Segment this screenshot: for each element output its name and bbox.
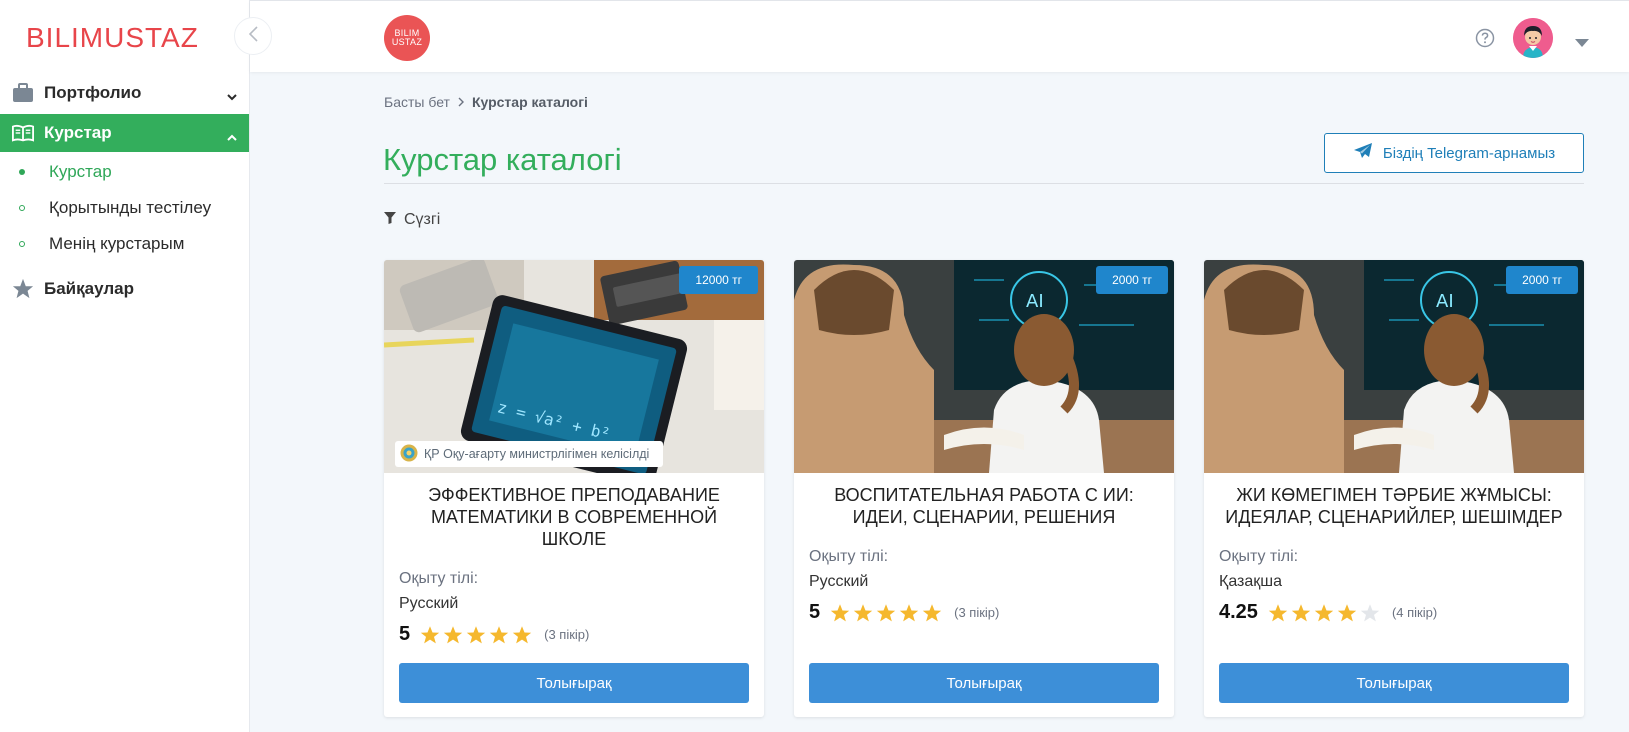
rating-score: 4.25 bbox=[1219, 601, 1258, 623]
sidebar-subitem-courses[interactable]: Курстар bbox=[0, 154, 249, 190]
page-title: Курстар каталогі bbox=[383, 142, 622, 177]
course-title[interactable]: Эффективное преподавание математики в со… bbox=[404, 484, 744, 550]
language-value: Русский bbox=[399, 595, 459, 612]
approval-text: ҚР Оқу-ағарту министрлігімен келісілді bbox=[424, 447, 650, 461]
avatar[interactable] bbox=[1513, 18, 1553, 58]
caret-down-icon[interactable] bbox=[1575, 34, 1589, 52]
star-filled-icon bbox=[512, 625, 532, 643]
telegram-icon bbox=[1353, 142, 1373, 164]
star-filled-icon bbox=[1314, 603, 1334, 621]
filter-toggle[interactable]: Сүзгі bbox=[384, 211, 440, 229]
language-value: Русский bbox=[809, 573, 869, 590]
star-filled-icon bbox=[830, 603, 850, 621]
sidebar-item-label: Байқаулар bbox=[44, 279, 134, 298]
filter-icon bbox=[384, 211, 396, 229]
sidebar-nav: Портфолио Курстар Курстар Қорытынды тест… bbox=[0, 74, 249, 310]
rating-stars bbox=[420, 625, 532, 645]
help-icon[interactable] bbox=[1475, 28, 1495, 48]
ministry-approval-badge: ҚР Оқу-ағарту министрлігімен келісілді bbox=[395, 441, 664, 467]
rating-stars bbox=[1268, 603, 1380, 623]
star-filled-icon bbox=[1337, 603, 1357, 621]
rating-score: 5 bbox=[809, 601, 821, 623]
brand-logo-text: USTAZ bbox=[391, 37, 423, 47]
sidebar-item-contests[interactable]: Байқаулар bbox=[0, 270, 249, 308]
filter-label: Сүзгі bbox=[404, 211, 441, 228]
rating-stars bbox=[830, 603, 942, 623]
review-count[interactable]: (3 пікір) bbox=[544, 627, 589, 642]
telegram-channel-button[interactable]: Біздің Telegram-арнамыз bbox=[1324, 133, 1584, 173]
breadcrumb-home-link[interactable]: Басты бет bbox=[384, 94, 450, 110]
star-filled-icon bbox=[443, 625, 463, 643]
svg-text:AI: AI bbox=[1026, 291, 1044, 312]
star-filled-icon bbox=[853, 603, 873, 621]
rating: 5 (3 пікір) bbox=[809, 601, 999, 624]
briefcase-icon bbox=[12, 82, 34, 104]
details-button[interactable]: Толығырақ bbox=[399, 663, 749, 703]
course-card: z = √a² + b² 12000 тг ҚР Оқу-ағарту мини… bbox=[384, 260, 764, 717]
language-label: Оқыту тілі: bbox=[809, 548, 889, 565]
chevron-up-icon bbox=[227, 126, 237, 146]
breadcrumb: Басты бет Курстар каталогі bbox=[384, 94, 588, 110]
emblem-icon bbox=[400, 444, 418, 465]
sidebar-subitem-my-courses[interactable]: Менің курстарым bbox=[0, 226, 249, 262]
star-filled-icon bbox=[1291, 603, 1311, 621]
language-label: Оқыту тілі: bbox=[399, 570, 479, 587]
price-badge: 2000 тг bbox=[1096, 266, 1168, 294]
chevron-left-icon bbox=[248, 25, 258, 47]
breadcrumb-current: Курстар каталогі bbox=[471, 94, 588, 110]
star-filled-icon bbox=[420, 625, 440, 643]
brand-logo[interactable]: BILIM USTAZ bbox=[384, 15, 430, 61]
sidebar-subitem-label: Курстар bbox=[49, 162, 112, 181]
book-icon bbox=[12, 122, 34, 144]
telegram-button-label: Біздің Telegram-арнамыз bbox=[1382, 144, 1556, 162]
star-icon bbox=[12, 278, 34, 300]
chevron-right-icon bbox=[458, 94, 464, 110]
language-label: Оқыту тілі: bbox=[1219, 548, 1299, 565]
details-button[interactable]: Толығырақ bbox=[1219, 663, 1569, 703]
course-card: AI 2000 тг ЖИ көмегімен тәрбие жұмысы: и… bbox=[1204, 260, 1584, 717]
language-value: Қазақша bbox=[1219, 573, 1283, 590]
bullet-icon bbox=[19, 241, 25, 247]
star-filled-icon bbox=[899, 603, 919, 621]
star-empty-icon bbox=[1360, 603, 1380, 621]
bullet-icon bbox=[19, 205, 25, 211]
bullet-icon bbox=[19, 169, 25, 175]
rating: 4.25 (4 пікір) bbox=[1219, 601, 1437, 624]
course-title[interactable]: Воспитательная работа с ИИ: идеи, сценар… bbox=[814, 484, 1154, 528]
star-filled-icon bbox=[876, 603, 896, 621]
price-badge: 2000 тг bbox=[1506, 266, 1578, 294]
chevron-down-icon bbox=[227, 86, 237, 106]
star-filled-icon bbox=[1268, 603, 1288, 621]
review-count[interactable]: (4 пікір) bbox=[1392, 605, 1437, 620]
star-filled-icon bbox=[922, 603, 942, 621]
logo[interactable]: BILIMUSTAZ bbox=[26, 22, 199, 54]
star-filled-icon bbox=[489, 625, 509, 643]
rating: 5 (3 пікір) bbox=[399, 623, 589, 646]
sidebar-item-label: Курстар bbox=[44, 123, 112, 142]
divider bbox=[384, 183, 1584, 184]
sidebar-item-courses[interactable]: Курстар bbox=[0, 114, 249, 152]
sidebar-item-label: Портфолио bbox=[44, 83, 142, 102]
sidebar: BILIMUSTAZ Портфолио Курстар Курстар Қор… bbox=[0, 0, 250, 732]
topbar: BILIM USTAZ bbox=[250, 0, 1629, 72]
rating-score: 5 bbox=[399, 623, 411, 645]
sidebar-subitem-label: Қорытынды тестілеу bbox=[49, 198, 212, 217]
sidebar-subitem-final-testing[interactable]: Қорытынды тестілеу bbox=[0, 190, 249, 226]
sidebar-item-portfolio[interactable]: Портфолио bbox=[0, 74, 249, 112]
sidebar-subitem-label: Менің курстарым bbox=[49, 234, 185, 253]
review-count[interactable]: (3 пікір) bbox=[954, 605, 999, 620]
course-title[interactable]: ЖИ көмегімен тәрбие жұмысы: идеялар, сце… bbox=[1224, 484, 1564, 528]
price-badge: 12000 тг bbox=[679, 266, 758, 294]
details-button[interactable]: Толығырақ bbox=[809, 663, 1159, 703]
star-filled-icon bbox=[466, 625, 486, 643]
course-card: AI 2000 тг Воспитательная работа с ИИ: и… bbox=[794, 260, 1174, 717]
sidebar-collapse-button[interactable] bbox=[234, 17, 272, 55]
svg-text:AI: AI bbox=[1436, 291, 1454, 312]
